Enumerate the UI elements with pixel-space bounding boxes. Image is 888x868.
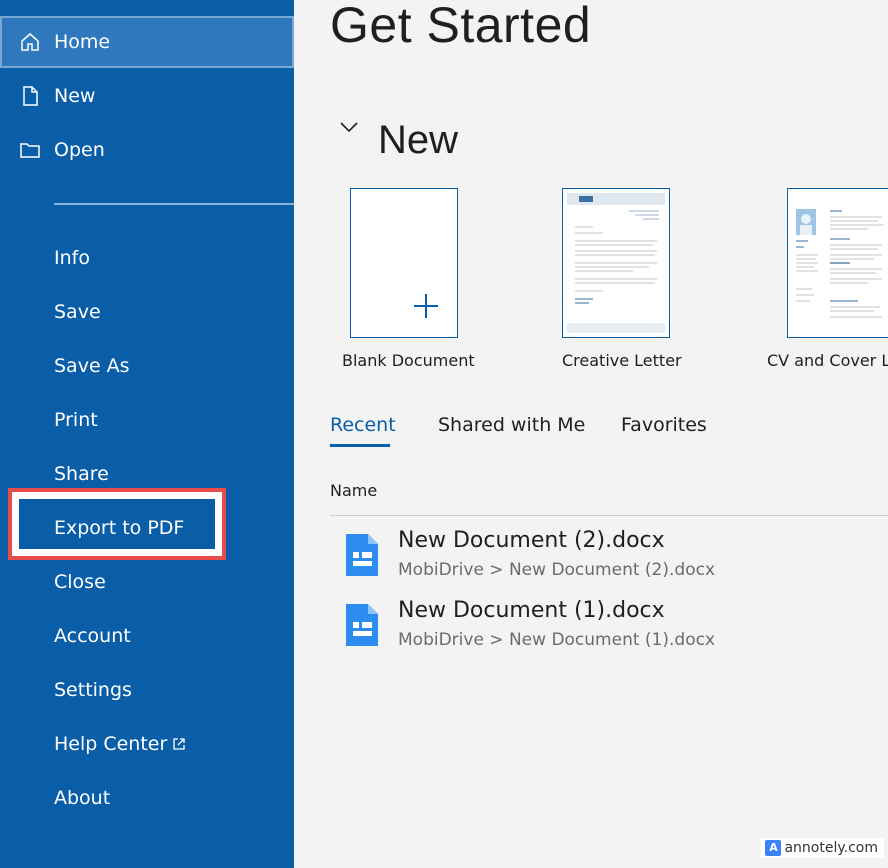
template-name: CV and Cover Le	[767, 351, 888, 370]
new-section-header[interactable]: New	[338, 116, 458, 162]
column-header-divider	[330, 515, 888, 516]
word-document-icon	[346, 604, 378, 646]
file-path: MobiDrive > New Document (1).docx	[398, 630, 715, 650]
watermark: A annotely.com	[761, 838, 884, 858]
page-title: Get Started	[330, 0, 592, 53]
sidebar-item-help-center[interactable]: Help Center	[0, 718, 294, 770]
sidebar-item-new[interactable]: New	[0, 70, 294, 122]
sidebar-item-label: Close	[54, 571, 106, 593]
external-link-icon	[173, 738, 185, 750]
document-icon	[23, 86, 38, 106]
watermark-text: annotely.com	[784, 840, 878, 856]
chevron-down-icon	[340, 122, 358, 133]
sidebar-item-label: Home	[54, 31, 111, 53]
letter-preview-image	[567, 193, 665, 333]
sidebar-item-label: Account	[54, 625, 131, 647]
sidebar-item-label: New	[54, 85, 96, 107]
file-name: New Document (1).docx	[398, 598, 665, 623]
template-thumbnail	[350, 188, 458, 338]
tab-shared-with-me[interactable]: Shared with Me	[438, 414, 585, 436]
sidebar-item-about[interactable]: About	[0, 772, 294, 824]
tab-favorites[interactable]: Favorites	[621, 414, 707, 436]
sidebar-item-close[interactable]: Close	[0, 556, 294, 608]
file-path: MobiDrive > New Document (2).docx	[398, 560, 715, 580]
home-icon	[21, 33, 39, 51]
sidebar-item-label: Settings	[54, 679, 132, 701]
template-thumbnail	[562, 188, 670, 338]
sidebar-divider	[54, 203, 294, 205]
sidebar-item-label: Share	[54, 463, 109, 485]
word-document-icon	[346, 534, 378, 576]
file-name: New Document (2).docx	[398, 528, 665, 553]
sidebar-item-label: Print	[54, 409, 98, 431]
sidebar-item-print[interactable]: Print	[0, 394, 294, 446]
template-name: Blank Document	[342, 351, 475, 370]
sidebar-item-account[interactable]: Account	[0, 610, 294, 662]
sidebar-item-label: Open	[54, 139, 105, 161]
folder-icon	[20, 143, 40, 158]
annotely-logo-icon: A	[765, 840, 782, 856]
plus-icon	[414, 294, 438, 318]
tab-recent[interactable]: Recent	[330, 414, 396, 436]
active-tab-indicator	[330, 444, 390, 447]
file-row[interactable]: New Document (1).docx MobiDrive > New Do…	[330, 598, 888, 664]
sidebar: Home New Open Info Save Save As Print Sh…	[0, 0, 294, 868]
sidebar-item-label: Help Center	[54, 733, 168, 755]
sidebar-item-label: Export to PDF	[54, 517, 185, 539]
cv-preview-image	[796, 209, 884, 318]
file-row[interactable]: New Document (2).docx MobiDrive > New Do…	[330, 528, 888, 594]
sidebar-item-info[interactable]: Info	[0, 232, 294, 284]
column-header-name[interactable]: Name	[330, 481, 377, 500]
sidebar-item-save[interactable]: Save	[0, 286, 294, 338]
template-thumbnail	[787, 188, 888, 338]
new-section-title: New	[378, 118, 459, 162]
sidebar-item-label: Save As	[54, 355, 130, 377]
main-panel: Get Started New Blank Document Creative …	[294, 0, 888, 868]
sidebar-item-label: About	[54, 787, 111, 809]
sidebar-item-settings[interactable]: Settings	[0, 664, 294, 716]
sidebar-item-export-to-pdf[interactable]: Export to PDF	[0, 502, 294, 554]
template-name: Creative Letter	[562, 351, 682, 370]
sidebar-item-home[interactable]: Home	[0, 16, 294, 68]
sidebar-item-open[interactable]: Open	[0, 124, 294, 176]
sidebar-item-label: Save	[54, 301, 101, 323]
sidebar-item-label: Info	[54, 247, 90, 269]
sidebar-item-save-as[interactable]: Save As	[0, 340, 294, 392]
